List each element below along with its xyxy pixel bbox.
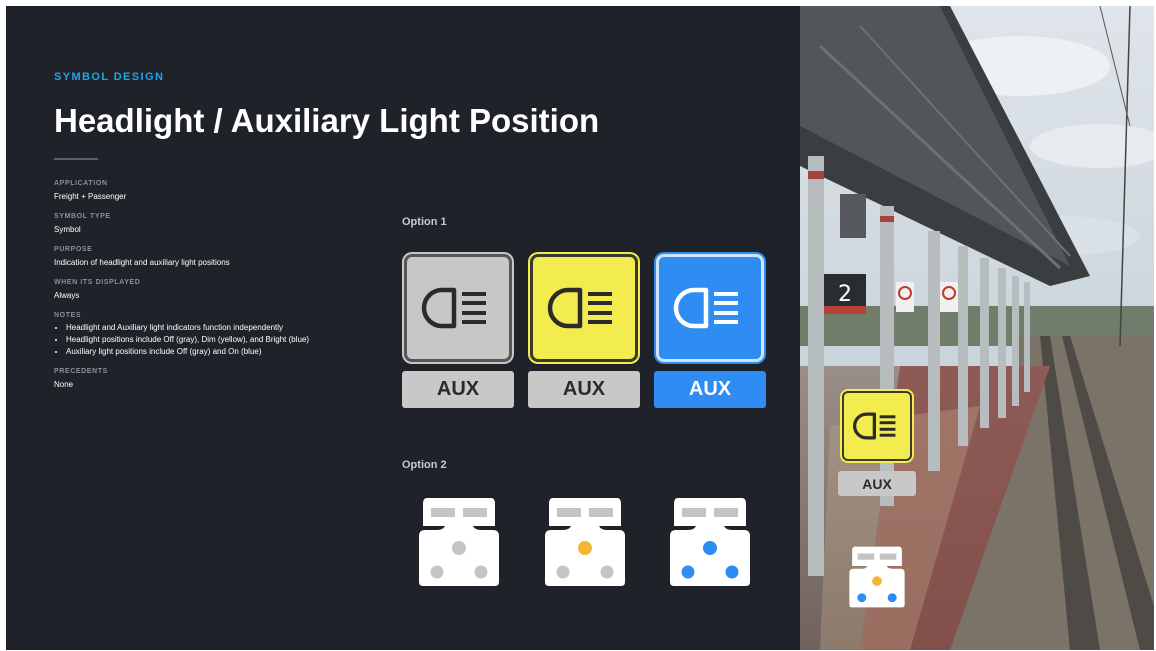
headlight-dim-symbol — [530, 254, 638, 362]
note-item: Headlight and Auxiliary light indicators… — [66, 323, 354, 333]
headlight-icon — [673, 287, 738, 329]
application-value: Freight + Passenger — [54, 192, 127, 201]
option-1-label: Option 1 — [402, 216, 447, 228]
notes-label: NOTES — [54, 312, 82, 319]
note-item: Headlight positions include Off (gray), … — [66, 335, 354, 345]
eyebrow-label: SYMBOL DESIGN — [54, 71, 165, 83]
aux-off-badge: AUX — [402, 371, 514, 408]
precedents-value: None — [54, 380, 74, 389]
locomotive-bright-icon — [670, 498, 750, 586]
spec-panel: APPLICATION Freight + Passenger SYMBOL T… — [54, 180, 354, 390]
headlight-icon — [853, 412, 896, 440]
notes-list: Headlight and Auxiliary light indicators… — [54, 323, 354, 357]
note-item: Auxiliary light positions include Off (g… — [66, 347, 354, 357]
headlight-icon — [547, 287, 612, 329]
symbol-type-value: Symbol — [54, 225, 81, 234]
purpose-value: Indication of headlight and auxiliary li… — [54, 258, 230, 267]
slide: SYMBOL DESIGN Headlight / Auxiliary Ligh… — [6, 6, 1154, 650]
headlight-icon — [421, 287, 486, 329]
locomotive-dim-overlay-icon — [849, 546, 905, 608]
option-2-label: Option 2 — [402, 459, 447, 471]
page-title: Headlight / Auxiliary Light Position — [54, 102, 600, 139]
aux-off-overlay: AUX — [838, 471, 916, 496]
locomotive-off-icon — [419, 498, 499, 586]
platform-photo: 2 AUX — [800, 6, 1154, 650]
symbol-type-label: SYMBOL TYPE — [54, 213, 111, 220]
when-displayed-value: Always — [54, 291, 80, 300]
title-divider — [54, 158, 98, 160]
track-number: 2 — [838, 282, 852, 307]
locomotive-dim-icon — [545, 498, 625, 586]
application-label: APPLICATION — [54, 180, 108, 187]
headlight-dim-overlay — [842, 391, 912, 461]
purpose-label: PURPOSE — [54, 246, 93, 253]
aux-off-badge: AUX — [528, 371, 640, 408]
when-displayed-label: WHEN ITS DISPLAYED — [54, 279, 141, 286]
precedents-label: PRECEDENTS — [54, 368, 108, 375]
aux-on-badge: AUX — [654, 371, 766, 408]
headlight-bright-symbol — [656, 254, 764, 362]
headlight-off-symbol — [404, 254, 512, 362]
